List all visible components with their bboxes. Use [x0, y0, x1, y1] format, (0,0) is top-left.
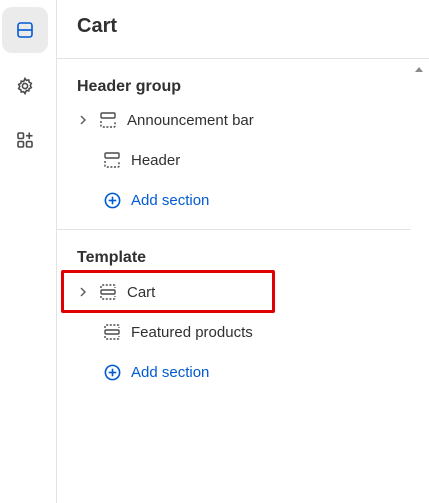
section-icon: [99, 283, 121, 301]
panel-header: Cart: [57, 0, 429, 59]
theme-editor: Cart Header group Announcement bar Heade…: [0, 0, 429, 503]
section-label: Announcement bar: [127, 111, 254, 129]
header-group-title: Header group: [77, 78, 182, 95]
plus-circle-icon: [103, 191, 125, 209]
section-label: Cart: [127, 283, 156, 301]
section-icon: [103, 151, 125, 169]
section-row-announcement-bar[interactable]: Announcement bar: [77, 103, 377, 137]
section-icon: [99, 111, 121, 129]
page-title: Cart: [77, 15, 118, 37]
apps-add-icon: [17, 132, 33, 148]
gear-icon: [17, 76, 33, 96]
group-divider: [57, 229, 411, 230]
section-row-cart[interactable]: Cart: [77, 275, 377, 309]
add-section-button-header-group[interactable]: Add section: [77, 183, 377, 217]
section-icon: [103, 323, 125, 341]
template-group-title: Template: [77, 249, 147, 266]
section-row-featured-products[interactable]: Featured products: [77, 315, 377, 349]
left-rail: [0, 0, 57, 503]
add-section-label: Add section: [131, 363, 210, 381]
scroll-up-arrow[interactable]: [415, 67, 423, 72]
sections-button[interactable]: [2, 7, 48, 53]
apps-button[interactable]: [2, 117, 48, 163]
sections-icon: [17, 22, 33, 38]
section-row-header[interactable]: Header: [77, 143, 377, 177]
add-section-label: Add section: [131, 191, 210, 209]
section-label: Header: [131, 151, 181, 169]
sections-panel: Cart Header group Announcement bar Heade…: [57, 0, 429, 503]
settings-button[interactable]: [2, 63, 48, 109]
section-label: Featured products: [131, 323, 253, 341]
plus-circle-icon: [103, 363, 125, 381]
chevron-right-icon[interactable]: [77, 111, 95, 129]
add-section-button-template[interactable]: Add section: [77, 355, 377, 389]
chevron-right-icon[interactable]: [77, 283, 95, 301]
